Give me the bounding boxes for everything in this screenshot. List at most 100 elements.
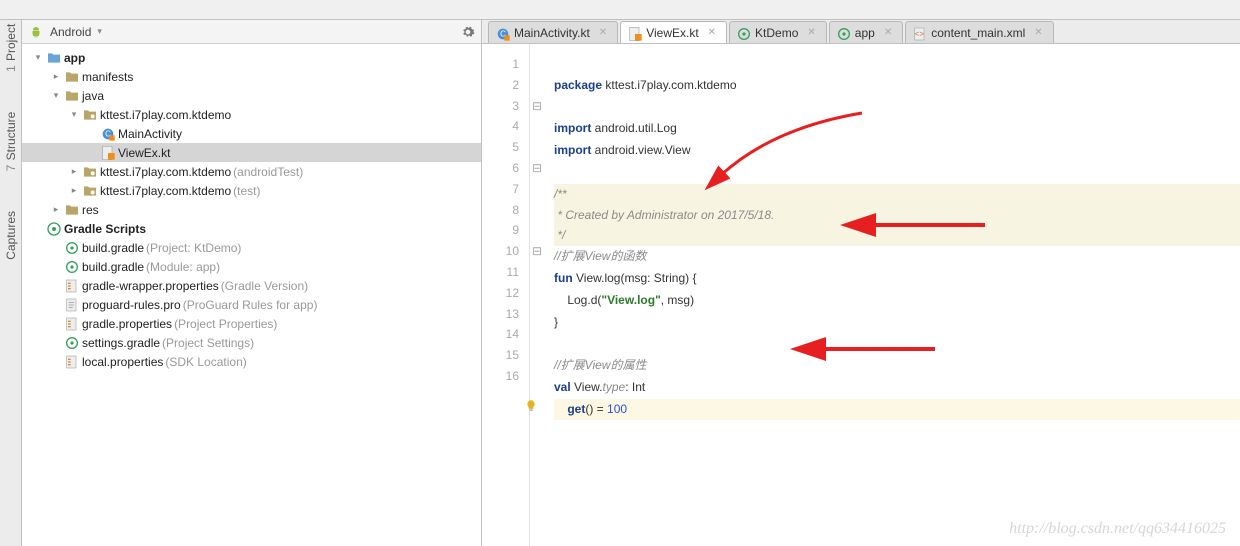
- folder-icon: [64, 69, 80, 85]
- tree-label: settings.gradle: [82, 336, 160, 350]
- tree-item[interactable]: ▾ java: [22, 86, 481, 105]
- tree-label: ViewEx.kt: [118, 146, 170, 160]
- close-icon[interactable]: ✕: [708, 27, 716, 38]
- intention-bulb-icon[interactable]: [524, 399, 538, 413]
- breadcrumb-bar: [0, 0, 1240, 20]
- tree-item[interactable]: ▸ kttest.i7play.com.ktdemo (androidTest): [22, 162, 481, 181]
- editor-tab[interactable]: C MainActivity.kt ✕: [488, 21, 618, 43]
- tree-label: java: [82, 89, 104, 103]
- editor-tab[interactable]: ViewEx.kt ✕: [620, 21, 727, 43]
- tree-item[interactable]: ▸ manifests: [22, 67, 481, 86]
- gradle-f-icon: [836, 26, 850, 40]
- editor-tab[interactable]: <>content_main.xml✕: [905, 21, 1053, 43]
- tool-structure[interactable]: 7Structure: [4, 112, 18, 171]
- tree-item[interactable]: CMainActivity: [22, 124, 481, 143]
- tree-label: kttest.i7play.com.ktdemo: [100, 165, 231, 179]
- tree-twistie-icon: [50, 356, 62, 368]
- tree-label: build.gradle: [82, 241, 144, 255]
- tree-item[interactable]: build.gradle (Project: KtDemo): [22, 238, 481, 257]
- folder-icon: [64, 88, 80, 104]
- android-icon: [28, 24, 44, 40]
- line-gutter: 12345678910111213141516: [482, 44, 530, 546]
- tree-item[interactable]: ▾app: [22, 48, 481, 67]
- tree-suffix: (ProGuard Rules for app): [183, 298, 318, 312]
- tree-item[interactable]: gradle.properties (Project Properties): [22, 314, 481, 333]
- tree-item[interactable]: local.properties (SDK Location): [22, 352, 481, 371]
- editor-tabs: CMainActivity.kt✕ViewEx.kt✕KtDemo✕app✕<>…: [482, 20, 1240, 44]
- tree-label: manifests: [82, 70, 133, 84]
- package-icon: [82, 164, 98, 180]
- fold-column[interactable]: ⊟⊟⊟: [530, 44, 544, 546]
- tree-suffix: (SDK Location): [165, 355, 246, 369]
- view-mode-label[interactable]: Android: [50, 25, 91, 39]
- tree-item[interactable]: settings.gradle (Project Settings): [22, 333, 481, 352]
- tree-suffix: (Project Properties): [174, 317, 277, 331]
- tool-project[interactable]: 1Project: [4, 24, 18, 72]
- tree-label: proguard-rules.pro: [82, 298, 181, 312]
- tree-twistie-icon: [50, 318, 62, 330]
- file-kt-icon: [100, 145, 116, 161]
- tree-label: kttest.i7play.com.ktdemo: [100, 108, 231, 122]
- tree-label: build.gradle: [82, 260, 144, 274]
- tree-suffix: (Gradle Version): [221, 279, 308, 293]
- tree-item[interactable]: build.gradle (Module: app): [22, 257, 481, 276]
- project-tree[interactable]: ▾app▸manifests▾java▾kttest.i7play.com.kt…: [22, 44, 481, 546]
- close-icon[interactable]: ✕: [884, 27, 892, 38]
- tree-twistie-icon[interactable]: ▸: [50, 71, 62, 83]
- tab-label: ViewEx.kt: [646, 26, 698, 40]
- tree-label: local.properties: [82, 355, 163, 369]
- tree-item[interactable]: ViewEx.kt: [22, 143, 481, 162]
- dropdown-icon[interactable]: ▾: [97, 26, 102, 37]
- tree-twistie-icon[interactable]: ▸: [50, 204, 62, 216]
- tree-twistie-icon: [86, 128, 98, 140]
- tree-label: gradle-wrapper.properties: [82, 279, 219, 293]
- tree-label: kttest.i7play.com.ktdemo: [100, 184, 231, 198]
- svg-text:<>: <>: [915, 29, 925, 38]
- tab-label: app: [855, 26, 875, 40]
- tree-twistie-icon: [50, 337, 62, 349]
- gradle-f-icon: [64, 259, 80, 275]
- editor-tab[interactable]: app ✕: [829, 21, 903, 43]
- gear-icon[interactable]: [461, 25, 475, 39]
- close-icon[interactable]: ✕: [599, 27, 607, 38]
- code-area[interactable]: package kttest.i7play.com.ktdemo import …: [544, 44, 1240, 546]
- class-kt-icon: C: [495, 26, 509, 40]
- tree-label: res: [82, 203, 99, 217]
- tree-suffix: (Module: app): [146, 260, 220, 274]
- tree-twistie-icon: [86, 147, 98, 159]
- tree-twistie-icon: [50, 261, 62, 273]
- tab-label: KtDemo: [755, 26, 798, 40]
- class-kt-icon: C: [100, 126, 116, 142]
- gradle-f-icon: [736, 26, 750, 40]
- tree-twistie-icon[interactable]: ▸: [68, 185, 80, 197]
- tree-item[interactable]: ▸ res: [22, 200, 481, 219]
- project-sidebar: Android ▾ ▾app▸manifests▾java▾kttest.i7p…: [22, 20, 482, 546]
- tree-twistie-icon[interactable]: ▸: [68, 166, 80, 178]
- tab-label: MainActivity.kt: [514, 26, 590, 40]
- tree-item[interactable]: Gradle Scripts: [22, 219, 481, 238]
- tool-window-bar: 1Project 7Structure Captures: [0, 20, 22, 546]
- tree-label: Gradle Scripts: [64, 222, 146, 236]
- tree-twistie-icon: [50, 299, 62, 311]
- editor-area: CMainActivity.kt✕ViewEx.kt✕KtDemo✕app✕<>…: [482, 20, 1240, 546]
- tree-item[interactable]: ▸kttest.i7play.com.ktdemo (test): [22, 181, 481, 200]
- tree-item[interactable]: proguard-rules.pro (ProGuard Rules for a…: [22, 295, 481, 314]
- tree-item[interactable]: gradle-wrapper.properties (Gradle Versio…: [22, 276, 481, 295]
- gradle-f-icon: [64, 335, 80, 351]
- txt-icon: [64, 297, 80, 313]
- gradle-f-icon: [64, 240, 80, 256]
- close-icon[interactable]: ✕: [807, 27, 815, 38]
- sidebar-header: Android ▾: [22, 20, 481, 44]
- tree-suffix: (Project Settings): [162, 336, 254, 350]
- tree-twistie-icon: [32, 223, 44, 235]
- tool-captures[interactable]: Captures: [4, 211, 18, 260]
- folder-icon: [64, 202, 80, 218]
- tree-twistie-icon[interactable]: ▾: [32, 52, 44, 64]
- editor-tab[interactable]: KtDemo ✕: [729, 21, 827, 43]
- tree-suffix: (androidTest): [233, 165, 303, 179]
- tree-twistie-icon[interactable]: ▾: [68, 109, 80, 121]
- tree-item[interactable]: ▾ kttest.i7play.com.ktdemo: [22, 105, 481, 124]
- tree-twistie-icon[interactable]: ▾: [50, 90, 62, 102]
- close-icon[interactable]: ✕: [1034, 27, 1042, 38]
- tree-label: MainActivity: [118, 127, 182, 141]
